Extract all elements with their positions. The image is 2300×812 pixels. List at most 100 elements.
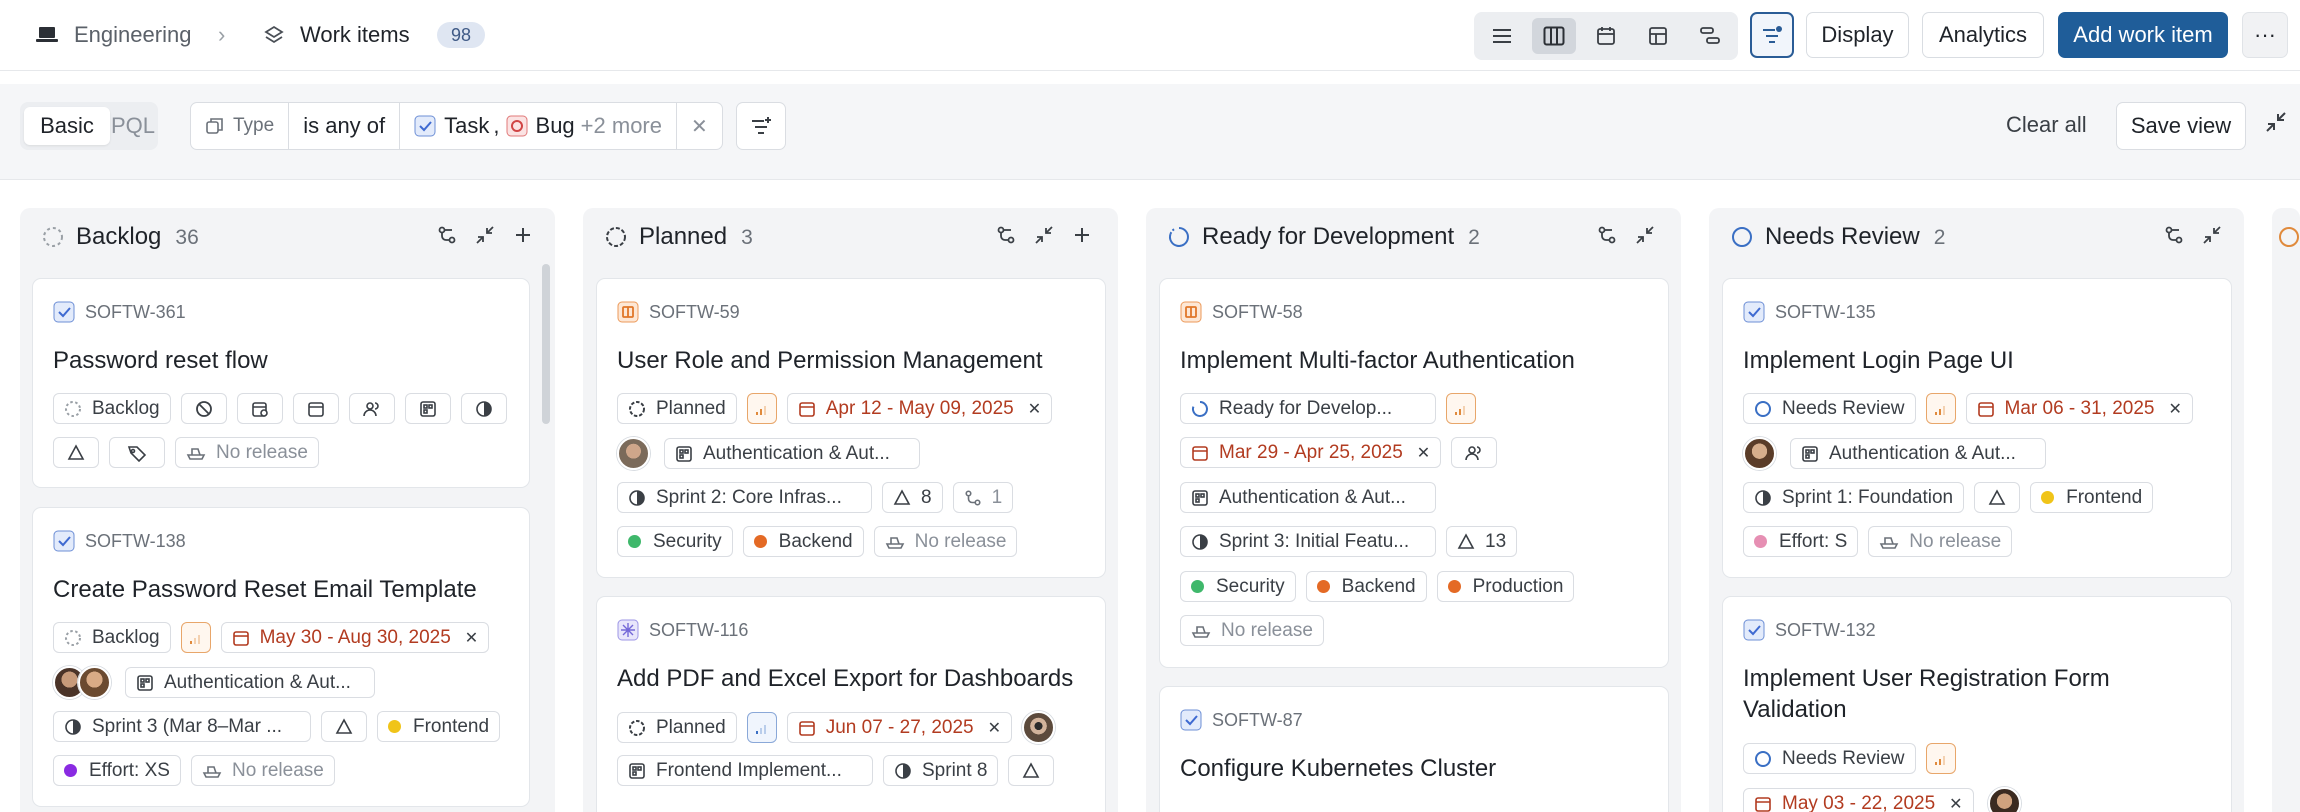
state-property[interactable]: Planned <box>617 712 737 743</box>
clear-date-icon[interactable]: ✕ <box>2168 399 2181 419</box>
date-range-property[interactable]: Mar 06 - 31, 2025 ✕ <box>1965 393 2193 424</box>
label-chip[interactable]: Frontend <box>2030 482 2154 513</box>
state-property[interactable]: Needs Review <box>1743 743 1916 774</box>
labels-property[interactable] <box>109 437 165 468</box>
work-item-card[interactable]: SOFTW-138 Create Password Reset Email Te… <box>32 507 530 807</box>
label-chip[interactable]: Security <box>1180 571 1296 602</box>
estimate-property[interactable] <box>321 711 367 742</box>
priority-property[interactable] <box>746 712 777 743</box>
release-property[interactable]: No release <box>873 526 1018 557</box>
date-range-property[interactable]: Jun 07 - 27, 2025 ✕ <box>786 712 1013 743</box>
column-sub-issues-button[interactable] <box>993 222 1019 248</box>
module-property[interactable]: Authentication & Aut... <box>664 438 920 469</box>
filter-operator[interactable]: is any of <box>289 103 401 149</box>
cycle-property[interactable]: Sprint 2: Core Infras... <box>617 482 872 513</box>
filter-mode-basic[interactable]: Basic <box>24 107 110 145</box>
column-collapse-button[interactable] <box>2199 222 2225 248</box>
save-view-button[interactable]: Save view <box>2116 102 2246 150</box>
breadcrumb-page[interactable]: Work items <box>262 21 410 49</box>
list-layout-button[interactable] <box>1480 18 1524 54</box>
estimate-property[interactable]: 13 <box>1446 526 1518 557</box>
column-collapse-button[interactable] <box>472 222 498 248</box>
release-property[interactable]: No release <box>1180 615 1324 646</box>
work-item-card[interactable]: SOFTW-135 Implement Login Page UI Needs … <box>1722 278 2232 578</box>
work-item-card[interactable]: SOFTW-58 Implement Multi-factor Authenti… <box>1159 278 1669 668</box>
assignee-property[interactable] <box>348 393 395 424</box>
add-work-item-button[interactable]: Add work item <box>2058 12 2228 58</box>
filters-toggle-button[interactable] <box>1750 12 1794 58</box>
work-item-card[interactable]: SOFTW-132 Implement User Registration Fo… <box>1722 596 2232 812</box>
work-item-card[interactable]: SOFTW-116 Add PDF and Excel Export for D… <box>596 596 1106 812</box>
date-range-property[interactable]: May 30 - Aug 30, 2025 ✕ <box>220 622 490 653</box>
cycle-property[interactable]: Sprint 8 <box>883 755 999 786</box>
work-item-card[interactable]: SOFTW-87 Configure Kubernetes Cluster <box>1159 686 1669 812</box>
priority-property[interactable] <box>180 622 211 653</box>
cycle-property[interactable]: Sprint 3: Initial Featu... <box>1180 526 1436 557</box>
release-property[interactable]: No release <box>1868 526 2013 557</box>
column-sub-issues-button[interactable] <box>1594 222 1620 248</box>
work-item-card[interactable]: SOFTW-361 Password reset flow Backlog No… <box>32 278 530 488</box>
clear-date-icon[interactable]: ✕ <box>465 628 478 648</box>
column-collapse-button[interactable] <box>1632 222 1658 248</box>
priority-property[interactable] <box>1925 393 1956 424</box>
label-chip[interactable]: Backend <box>742 526 864 557</box>
effort-label-chip[interactable]: Effort: XS <box>53 755 181 786</box>
module-property[interactable]: Frontend Implement... <box>617 755 873 786</box>
priority-property[interactable] <box>1925 743 1956 774</box>
cycle-property[interactable] <box>460 393 507 424</box>
avatar[interactable] <box>1743 437 1776 470</box>
spreadsheet-layout-button[interactable] <box>1636 18 1680 54</box>
column-collapse-button[interactable] <box>1031 222 1057 248</box>
date-range-property[interactable]: Mar 29 - Apr 25, 2025 ✕ <box>1180 437 1442 468</box>
column-scrollbar[interactable] <box>542 264 550 424</box>
state-property[interactable]: Backlog <box>53 622 171 653</box>
label-chip[interactable]: Frontend <box>377 711 501 742</box>
filter-field[interactable]: Type <box>191 103 290 149</box>
clear-date-icon[interactable]: ✕ <box>988 718 1001 738</box>
clear-date-icon[interactable]: ✕ <box>1028 399 1041 419</box>
kanban-layout-button[interactable] <box>1532 18 1576 54</box>
collapse-filters-icon[interactable] <box>2264 110 2288 134</box>
state-property[interactable]: Planned <box>617 393 737 424</box>
column-add-button[interactable] <box>1069 222 1095 248</box>
start-date-property[interactable] <box>236 393 283 424</box>
release-property[interactable]: No release <box>190 755 335 786</box>
estimate-property[interactable]: 8 <box>882 482 943 513</box>
column-sub-issues-button[interactable] <box>434 222 460 248</box>
label-chip[interactable]: Security <box>617 526 733 557</box>
filter-mode-pql[interactable]: PQL <box>110 107 156 145</box>
sub-issues-property[interactable]: 1 <box>952 482 1014 513</box>
estimate-property[interactable] <box>53 437 99 468</box>
estimate-property[interactable] <box>1974 482 2021 513</box>
assignee-property[interactable] <box>1451 437 1498 468</box>
cycle-property[interactable]: Sprint 3 (Mar 8–Mar ... <box>53 711 311 742</box>
avatar[interactable] <box>1022 711 1056 744</box>
priority-property[interactable] <box>1446 393 1476 424</box>
priority-property[interactable] <box>180 393 227 424</box>
state-property[interactable]: Backlog <box>53 393 171 424</box>
breadcrumb-project[interactable]: Engineering <box>36 21 191 49</box>
calendar-layout-button[interactable] <box>1584 18 1628 54</box>
column-add-button[interactable] <box>510 222 536 248</box>
cycle-property[interactable]: Sprint 1: Foundation <box>1743 482 1965 513</box>
column-sub-issues-button[interactable] <box>2161 222 2187 248</box>
analytics-button[interactable]: Analytics <box>1922 12 2044 58</box>
display-button[interactable]: Display <box>1806 12 1909 58</box>
clear-all-filters-link[interactable]: Clear all <box>2006 112 2087 138</box>
work-item-card[interactable]: SOFTW-59 User Role and Permission Manage… <box>596 278 1106 578</box>
state-property[interactable]: Needs Review <box>1743 393 1916 424</box>
estimate-property[interactable] <box>1008 755 1055 786</box>
date-range-property[interactable]: Apr 12 - May 09, 2025 ✕ <box>786 393 1053 424</box>
assignee-avatars[interactable] <box>53 666 111 699</box>
date-range-property[interactable]: May 03 - 22, 2025 ✕ <box>1743 788 1974 812</box>
label-chip[interactable]: Backend <box>1305 571 1427 602</box>
clear-date-icon[interactable]: ✕ <box>1417 443 1430 463</box>
more-options-button[interactable]: ··· <box>2242 12 2288 58</box>
avatar[interactable] <box>617 437 650 470</box>
gantt-layout-button[interactable] <box>1688 18 1732 54</box>
add-filter-button[interactable] <box>736 102 786 150</box>
avatar[interactable] <box>1987 787 2021 812</box>
label-chip[interactable]: Production <box>1436 571 1575 602</box>
priority-property[interactable] <box>746 393 777 424</box>
state-property[interactable]: Ready for Develop... <box>1180 393 1436 424</box>
